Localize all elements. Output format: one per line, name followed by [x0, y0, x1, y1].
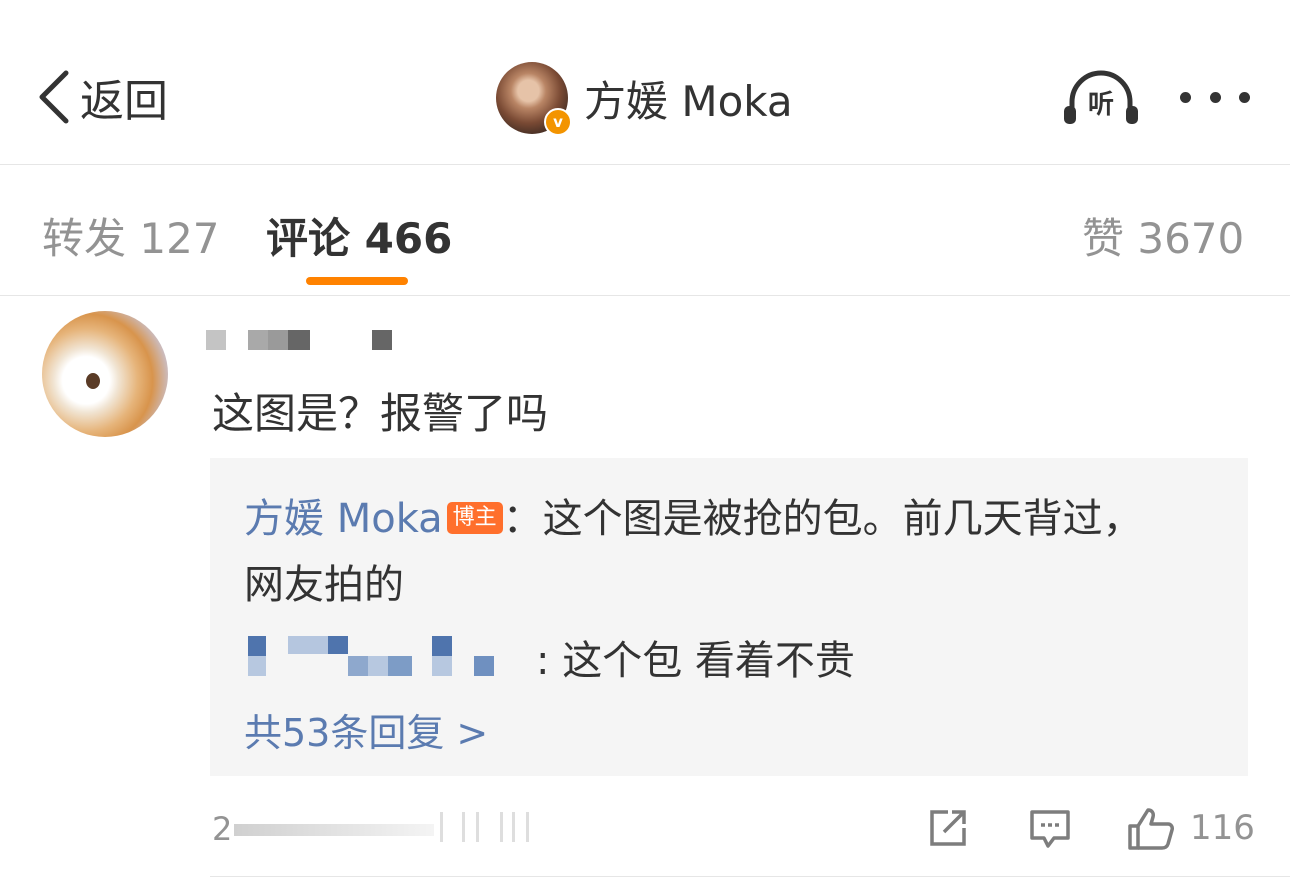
tab-repost[interactable]: 转发 127: [42, 205, 220, 266]
thumbs-up-icon: [1128, 808, 1174, 850]
author-name[interactable]: 方媛 Moka: [584, 68, 793, 129]
share-icon: [930, 810, 966, 846]
listen-button[interactable]: 听: [1062, 68, 1140, 128]
comment-timestamp-blurred: 2: [212, 810, 542, 848]
commenter-avatar[interactable]: [42, 311, 168, 437]
dot: [1239, 91, 1250, 103]
dot: [1209, 91, 1221, 103]
back-label: 返回: [80, 76, 168, 127]
divider: [210, 876, 1290, 877]
back-button[interactable]: 返回: [34, 64, 168, 130]
top-nav: 返回 v 方媛 Moka 听: [0, 0, 1290, 165]
reply-text: : 这个包 看着不贵: [536, 638, 855, 684]
share-button[interactable]: [926, 806, 970, 850]
blur-bar: [512, 812, 515, 842]
blur-bar: [234, 824, 434, 836]
blur-bar: [462, 812, 465, 842]
commenter-name-pixelated[interactable]: [206, 330, 406, 350]
reply-author-pixelated[interactable]: [244, 636, 534, 686]
author-header[interactable]: v 方媛 Moka: [496, 62, 793, 136]
author-badge: 博主: [446, 502, 503, 534]
dot: [1180, 91, 1191, 103]
blur-bar: [526, 812, 529, 842]
reply-item: 方媛 Moka 博主 ：这个图是被抢的包。前几天背过，网友拍的: [244, 486, 1154, 618]
author-avatar[interactable]: v: [496, 62, 572, 136]
reply-button[interactable]: [1028, 806, 1072, 850]
comment-text: 这图是？报警了吗: [212, 389, 549, 438]
blur-bar: [476, 812, 479, 842]
tab-like[interactable]: 赞 3670: [1082, 205, 1244, 266]
like-button[interactable]: 116: [1126, 806, 1256, 850]
blur-bar: [440, 812, 443, 842]
tab-bar: 转发 127 评论 466 赞 3670: [0, 165, 1290, 296]
avatar-cat-eye: [86, 373, 100, 389]
reply-item: : 这个包 看着不贵: [244, 628, 944, 684]
listen-label: 听: [1087, 90, 1114, 120]
view-all-replies-link[interactable]: 共53条回复 >: [244, 702, 488, 757]
active-tab-indicator: [306, 277, 408, 285]
blur-bar: [500, 812, 503, 842]
more-options-icon[interactable]: [1180, 80, 1250, 114]
tab-comment[interactable]: 评论 466: [266, 205, 452, 266]
like-count: 116: [1190, 808, 1255, 848]
verified-badge-icon: v: [544, 108, 572, 136]
timestamp-text: 2: [212, 810, 233, 848]
reply-author-name[interactable]: 方媛 Moka: [244, 496, 443, 542]
reply-thread[interactable]: 方媛 Moka 博主 ：这个图是被抢的包。前几天背过，网友拍的 : 这个包 看着不贵…: [210, 458, 1248, 776]
chevron-left-icon: [39, 70, 69, 124]
comment-icon: [1030, 810, 1070, 848]
